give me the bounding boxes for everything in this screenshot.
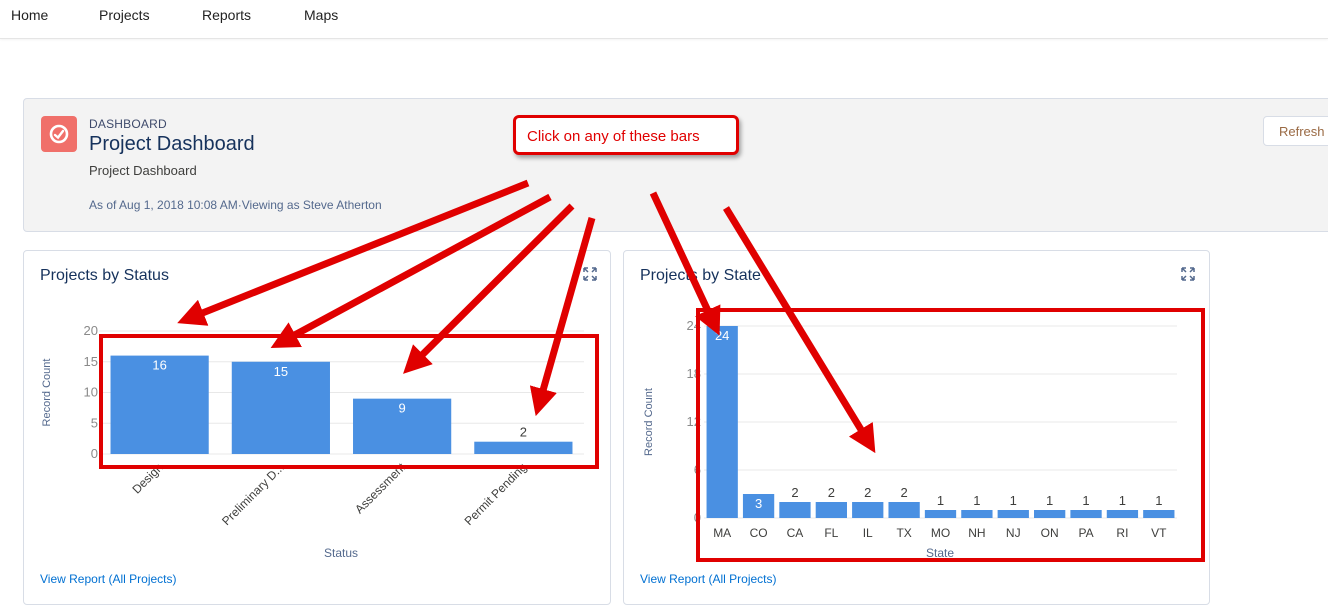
data-label: 1 [1082, 493, 1089, 508]
x-axis-label: Status [324, 546, 358, 560]
x-tick-label: PA [1078, 526, 1093, 540]
status-bar-chart: 0 5 10 15 20 Record Count Status 16 Design 15 Prel… [41, 323, 584, 560]
x-tick-label: RI [1116, 526, 1128, 540]
data-label: 2 [520, 425, 527, 440]
bar-pa [1070, 510, 1102, 518]
data-label: 16 [152, 358, 166, 373]
x-tick-label: ON [1041, 526, 1059, 540]
data-label: 3 [755, 496, 762, 511]
bar-nj [997, 510, 1029, 518]
bar-nh [961, 510, 993, 518]
x-tick-label: Permit Pending [462, 460, 530, 528]
y-axis-label: Record Count [643, 388, 655, 456]
data-label: 2 [828, 485, 835, 500]
data-label: 1 [937, 493, 944, 508]
data-label: 2 [791, 485, 798, 500]
nav-home[interactable]: Home [11, 7, 48, 23]
projects-by-status-card: Projects by Status 0 5 10 15 20 Record Count S… [23, 250, 611, 605]
x-tick-label: MO [931, 526, 950, 540]
bar-on [1034, 510, 1066, 518]
y-tick-label: 10 [84, 385, 98, 400]
x-tick-label: CO [750, 526, 768, 540]
y-tick-label: 0 [694, 510, 701, 525]
nav-maps[interactable]: Maps [304, 7, 338, 23]
page-subtitle: Project Dashboard [89, 163, 197, 178]
state-bar-chart: 06121824Record CountState24MA3CO2CA2FL2I… [643, 318, 1177, 560]
dashboard-icon [41, 116, 77, 152]
y-tick-label: 24 [687, 318, 701, 333]
y-tick-label: 6 [694, 462, 701, 477]
bar-il [852, 502, 884, 518]
bar-fl [815, 502, 847, 518]
x-tick-label: VT [1151, 526, 1167, 540]
data-label: 2 [900, 485, 907, 500]
y-tick-label: 18 [687, 366, 701, 381]
bar-ma [706, 326, 738, 518]
x-tick-label: IL [863, 526, 873, 540]
page-title: Project Dashboard [89, 133, 255, 155]
top-navigation: Home Projects Reports Maps [0, 0, 1328, 39]
y-tick-label: 15 [84, 354, 98, 369]
y-axis-label: Record Count [41, 359, 53, 427]
bar-ri [1106, 510, 1139, 518]
y-tick-label: 12 [687, 414, 701, 429]
view-report-link-state[interactable]: View Report (All Projects) [640, 572, 777, 586]
x-tick-label: MA [713, 526, 731, 540]
x-tick-label: TX [896, 526, 911, 540]
y-tick-label: 0 [91, 446, 98, 461]
x-axis-label: State [926, 546, 954, 560]
header-eyebrow: DASHBOARD [89, 117, 167, 131]
x-tick-label: NJ [1006, 526, 1021, 540]
y-tick-label: 5 [91, 415, 98, 430]
view-report-link-status[interactable]: View Report (All Projects) [40, 572, 177, 586]
x-tick-label: FL [824, 526, 838, 540]
bar-vt [1143, 510, 1175, 518]
data-label: 1 [1010, 493, 1017, 508]
data-label: 1 [1046, 493, 1053, 508]
x-tick-label: Assessment [352, 460, 409, 517]
data-label: 15 [274, 364, 288, 379]
data-label: 24 [715, 328, 729, 343]
projects-by-state-card: Projects by State 0 6 12 18 24 Record Count St… [623, 250, 1210, 605]
y-tick-label: 20 [84, 323, 98, 338]
x-tick-label: NH [968, 526, 985, 540]
x-tick-label: CA [787, 526, 804, 540]
callout-text: Click on any of these bars [527, 128, 700, 145]
nav-projects[interactable]: Projects [99, 7, 150, 23]
data-label: 2 [864, 485, 871, 500]
data-label: 9 [399, 401, 406, 416]
x-tick-label: Design [129, 460, 165, 496]
as-of-timestamp: As of Aug 1, 2018 10:08 AM·Viewing as St… [89, 198, 382, 212]
data-label: 1 [1155, 493, 1162, 508]
data-label: 1 [1119, 493, 1126, 508]
data-label: 1 [973, 493, 980, 508]
refresh-button[interactable]: Refresh [1263, 116, 1328, 146]
x-tick-label: Preliminary D... [219, 460, 287, 528]
bar-ca [779, 502, 811, 518]
bar-mo [924, 510, 957, 518]
bar-permit-pending [474, 441, 573, 454]
nav-reports[interactable]: Reports [202, 7, 251, 23]
annotation-callout: Click on any of these bars [513, 115, 739, 155]
bar-tx [888, 502, 920, 518]
